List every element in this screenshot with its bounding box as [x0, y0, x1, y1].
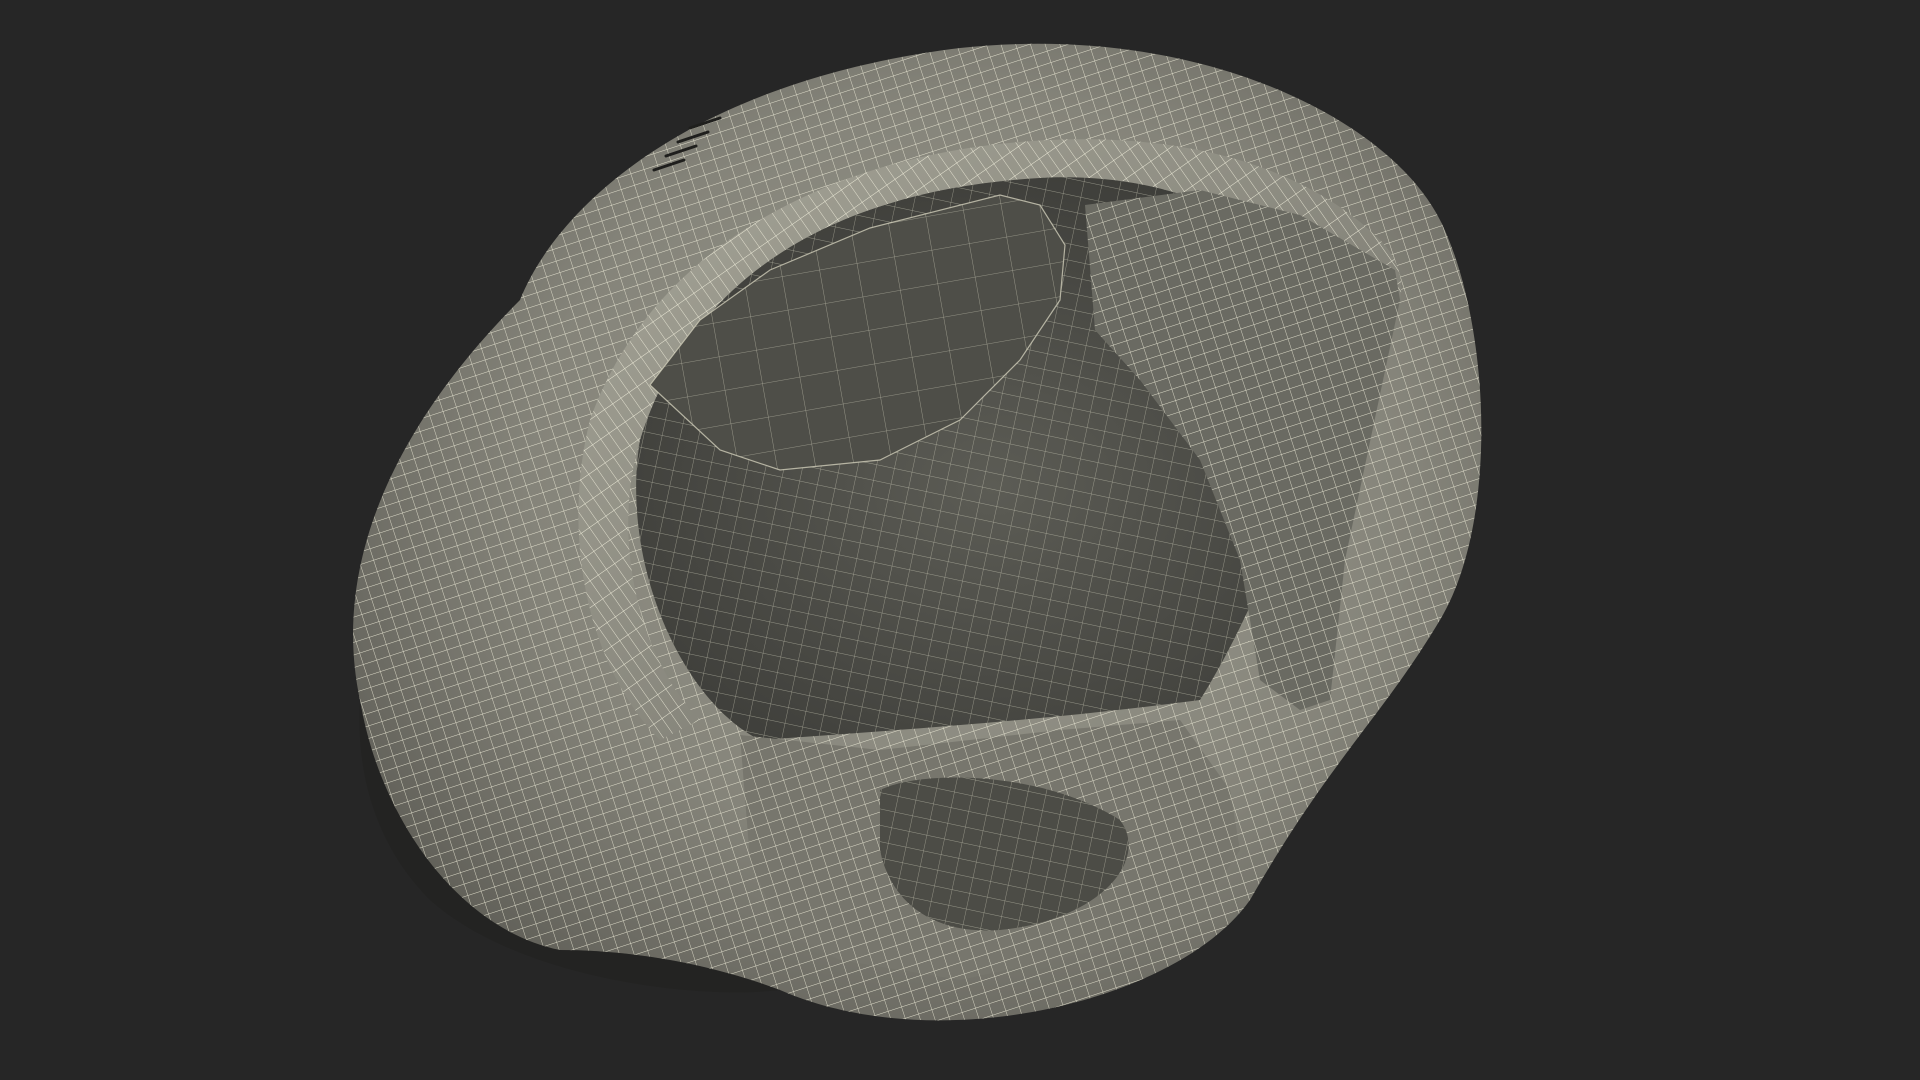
viewport: [0, 0, 1920, 1080]
helmet-wireframe-render: [353, 43, 1482, 1021]
